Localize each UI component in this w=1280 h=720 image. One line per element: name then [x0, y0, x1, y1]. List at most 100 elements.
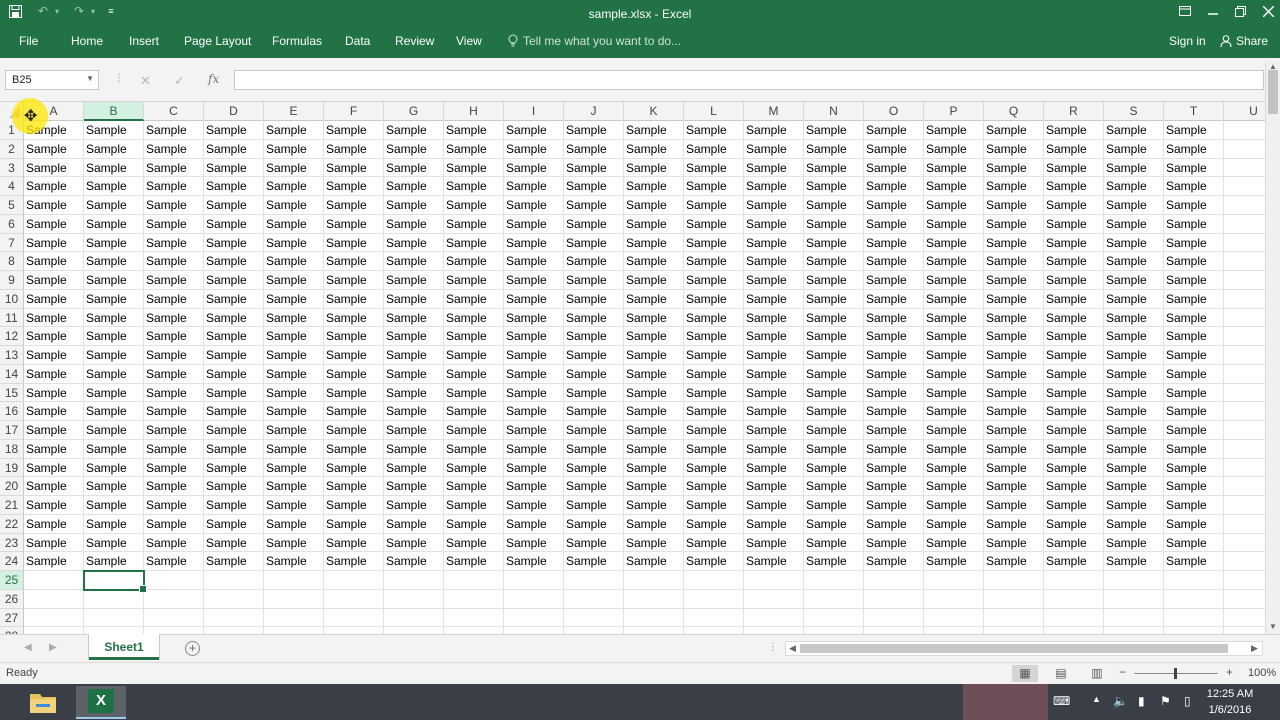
- cell-u20[interactable]: [1224, 477, 1265, 496]
- cell-c4[interactable]: Sample: [144, 177, 204, 196]
- clock-time[interactable]: 12:25 AM: [1205, 688, 1255, 700]
- cell-i25[interactable]: [504, 571, 564, 590]
- tab-formulas[interactable]: Formulas: [272, 34, 322, 48]
- cell-h13[interactable]: Sample: [444, 346, 504, 365]
- cell-r3[interactable]: Sample: [1044, 158, 1104, 178]
- cell-k23[interactable]: Sample: [624, 533, 684, 553]
- cell-h20[interactable]: Sample: [444, 477, 504, 496]
- cell-g21[interactable]: Sample: [384, 496, 444, 515]
- cell-a2[interactable]: Sample: [24, 139, 84, 159]
- cell-e25[interactable]: [264, 571, 324, 590]
- column-header-k[interactable]: K: [624, 102, 684, 121]
- cell-t3[interactable]: Sample: [1164, 158, 1224, 178]
- tab-home[interactable]: Home: [71, 34, 103, 48]
- cell-u6[interactable]: [1224, 215, 1265, 234]
- cell-a23[interactable]: Sample: [24, 533, 84, 553]
- cell-p3[interactable]: Sample: [924, 158, 984, 178]
- cell-e27[interactable]: [264, 608, 324, 628]
- cell-l3[interactable]: Sample: [684, 158, 744, 178]
- cell-f9[interactable]: Sample: [324, 271, 384, 290]
- cell-n16[interactable]: Sample: [804, 402, 864, 421]
- zoom-level[interactable]: 100%: [1248, 667, 1276, 679]
- cell-t15[interactable]: Sample: [1164, 383, 1224, 403]
- cell-b26[interactable]: [84, 589, 144, 609]
- cell-d13[interactable]: Sample: [204, 346, 264, 365]
- cell-k20[interactable]: Sample: [624, 477, 684, 496]
- cell-e13[interactable]: Sample: [264, 346, 324, 365]
- cell-g26[interactable]: [384, 589, 444, 609]
- cell-q22[interactable]: Sample: [984, 514, 1044, 534]
- cell-t19[interactable]: Sample: [1164, 458, 1224, 478]
- cell-u16[interactable]: [1224, 402, 1265, 421]
- cell-g28[interactable]: [384, 627, 444, 634]
- cell-b1[interactable]: Sample: [84, 121, 144, 140]
- cell-j6[interactable]: Sample: [564, 214, 624, 234]
- cell-n23[interactable]: Sample: [804, 533, 864, 553]
- row-header-27[interactable]: 27: [0, 608, 24, 628]
- cell-c23[interactable]: Sample: [144, 533, 204, 553]
- cell-t23[interactable]: Sample: [1164, 533, 1224, 553]
- cell-j19[interactable]: Sample: [564, 458, 624, 478]
- cell-n8[interactable]: Sample: [804, 252, 864, 271]
- cell-r25[interactable]: [1044, 571, 1104, 590]
- cell-s22[interactable]: Sample: [1104, 514, 1164, 534]
- cell-t25[interactable]: [1164, 571, 1224, 590]
- row-header-11[interactable]: 11: [0, 308, 24, 328]
- cell-t1[interactable]: Sample: [1164, 121, 1224, 140]
- cell-i2[interactable]: Sample: [504, 139, 564, 159]
- volume-icon[interactable]: 🔈: [1113, 694, 1128, 708]
- cell-p13[interactable]: Sample: [924, 346, 984, 365]
- cell-s19[interactable]: Sample: [1104, 458, 1164, 478]
- cell-f21[interactable]: Sample: [324, 496, 384, 515]
- cell-s11[interactable]: Sample: [1104, 308, 1164, 328]
- cell-s15[interactable]: Sample: [1104, 383, 1164, 403]
- cell-i22[interactable]: Sample: [504, 514, 564, 534]
- cell-a10[interactable]: Sample: [24, 289, 84, 309]
- cell-j26[interactable]: [564, 589, 624, 609]
- cell-g3[interactable]: Sample: [384, 158, 444, 178]
- cell-h23[interactable]: Sample: [444, 533, 504, 553]
- cell-i28[interactable]: [504, 627, 564, 634]
- cell-o10[interactable]: Sample: [864, 289, 924, 309]
- cell-g6[interactable]: Sample: [384, 214, 444, 234]
- excel-taskbar-button[interactable]: X: [76, 686, 126, 719]
- cell-g17[interactable]: Sample: [384, 421, 444, 440]
- cell-q7[interactable]: Sample: [984, 233, 1044, 253]
- cell-n4[interactable]: Sample: [804, 177, 864, 196]
- cell-e2[interactable]: Sample: [264, 139, 324, 159]
- cell-q26[interactable]: [984, 589, 1044, 609]
- cell-i11[interactable]: Sample: [504, 308, 564, 328]
- column-header-m[interactable]: M: [744, 102, 804, 121]
- cell-e18[interactable]: Sample: [264, 439, 324, 459]
- cell-a25[interactable]: [24, 571, 84, 590]
- cell-u7[interactable]: [1224, 234, 1265, 253]
- row-header-14[interactable]: 14: [0, 364, 24, 384]
- battery-icon[interactable]: ▯: [1184, 694, 1191, 708]
- cell-k21[interactable]: Sample: [624, 496, 684, 515]
- column-header-t[interactable]: T: [1164, 102, 1224, 121]
- cell-e22[interactable]: Sample: [264, 514, 324, 534]
- cell-t20[interactable]: Sample: [1164, 477, 1224, 496]
- cell-s3[interactable]: Sample: [1104, 158, 1164, 178]
- cell-k27[interactable]: [624, 608, 684, 628]
- cell-r16[interactable]: Sample: [1044, 402, 1104, 421]
- cell-d9[interactable]: Sample: [204, 271, 264, 290]
- cell-f16[interactable]: Sample: [324, 402, 384, 421]
- cell-s9[interactable]: Sample: [1104, 271, 1164, 290]
- cell-q14[interactable]: Sample: [984, 364, 1044, 384]
- cell-t9[interactable]: Sample: [1164, 271, 1224, 290]
- cell-q27[interactable]: [984, 608, 1044, 628]
- cell-a11[interactable]: Sample: [24, 308, 84, 328]
- cell-p15[interactable]: Sample: [924, 383, 984, 403]
- cell-o11[interactable]: Sample: [864, 308, 924, 328]
- cell-m22[interactable]: Sample: [744, 514, 804, 534]
- cell-u13[interactable]: [1224, 346, 1265, 365]
- cell-h18[interactable]: Sample: [444, 439, 504, 459]
- cell-l2[interactable]: Sample: [684, 139, 744, 159]
- cell-f1[interactable]: Sample: [324, 121, 384, 140]
- cell-h9[interactable]: Sample: [444, 271, 504, 290]
- cell-i3[interactable]: Sample: [504, 158, 564, 178]
- column-header-e[interactable]: E: [264, 102, 324, 121]
- cell-c24[interactable]: Sample: [144, 552, 204, 571]
- cell-d5[interactable]: Sample: [204, 196, 264, 215]
